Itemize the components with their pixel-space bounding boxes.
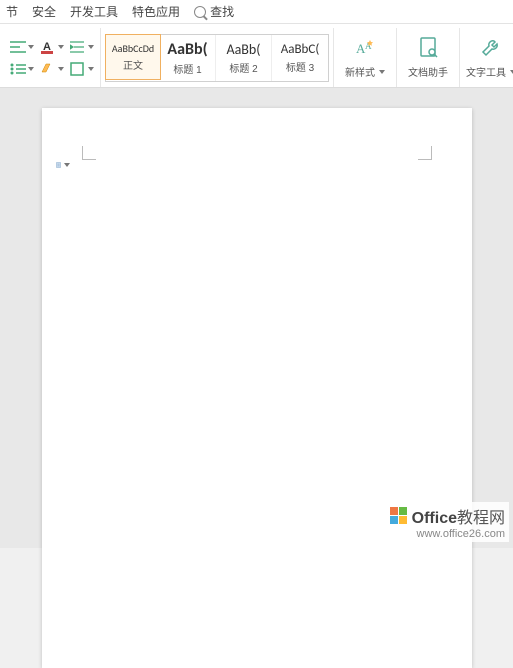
document-page[interactable] [42,108,472,668]
search-label: 查找 [210,3,234,20]
indent-button[interactable] [70,37,94,57]
doc-assist-button[interactable]: 文档助手 [403,32,453,84]
style-label: 正文 [123,57,143,72]
style-label: 标题 1 [173,61,201,76]
office-logo-icon [390,507,408,525]
style-preview: AaBb( [226,41,260,58]
align-button[interactable] [10,37,34,57]
ribbon-toolbar: A AaBbC [0,24,513,88]
doc-assist-icon [416,36,440,60]
list-button[interactable] [10,59,34,79]
margin-corner-tr [418,146,432,160]
search-box[interactable]: 查找 [194,3,234,20]
highlight-button[interactable] [40,59,64,79]
style-preview: AaBbC( [281,42,320,57]
border-button[interactable] [70,59,94,79]
font-color-button[interactable]: A [40,37,64,57]
styles-group: AaBbCcDd 正文 AaBb( 标题 1 AaBb( 标题 2 AaBbC(… [101,28,334,87]
style-label: 标题 2 [229,60,257,75]
style-heading1[interactable]: AaBb( 标题 1 [160,35,216,81]
style-preview: AaBbCcDd [112,42,154,55]
format-group: A [4,28,101,87]
search-icon [194,6,206,18]
menu-item-special[interactable]: 特色应用 [132,3,180,20]
watermark-url: www.office26.com [417,528,505,540]
style-heading3[interactable]: AaBbC( 标题 3 [272,35,328,81]
new-style-button[interactable]: AA 新样式 [340,32,390,84]
text-tools-button[interactable]: 文字工具 [466,32,513,84]
style-label: 标题 3 [286,59,314,74]
document-workspace [0,88,513,548]
style-gallery: AaBbCcDd 正文 AaBb( 标题 1 AaBb( 标题 2 AaBbC(… [105,34,329,82]
menu-item-section[interactable]: 节 [6,3,18,20]
watermark: Office教程网 www.office26.com [386,502,509,542]
margin-corner-tl [82,146,96,160]
page-option-badge[interactable] [56,158,70,172]
new-style-icon: AA [353,36,377,60]
style-heading2[interactable]: AaBb( 标题 2 [216,35,272,81]
menu-bar: 节 安全 开发工具 特色应用 查找 [0,0,513,24]
menu-item-devtools[interactable]: 开发工具 [70,3,118,20]
menu-item-security[interactable]: 安全 [32,3,56,20]
watermark-brand: Office教程网 [412,504,505,528]
style-preview: AaBb( [167,40,207,59]
wrench-icon [479,36,503,60]
style-body[interactable]: AaBbCcDd 正文 [105,34,161,80]
